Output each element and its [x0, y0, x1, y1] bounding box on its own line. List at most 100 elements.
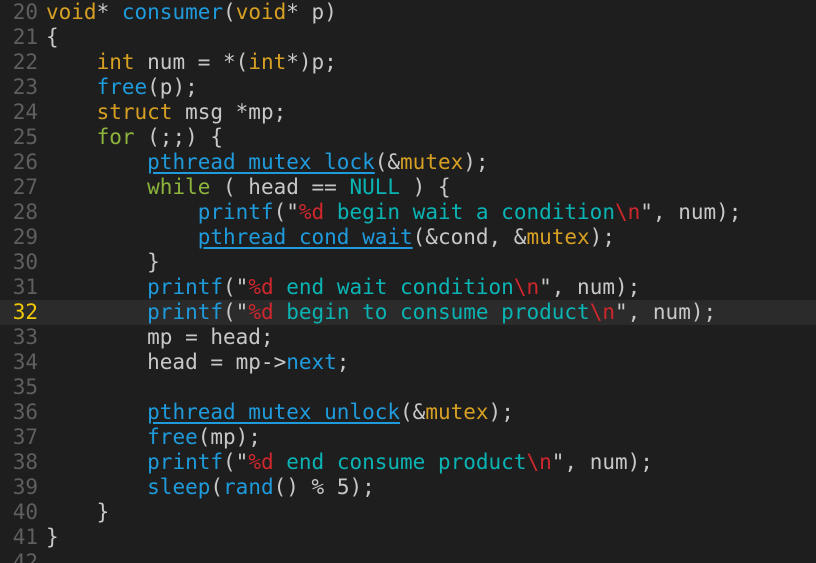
line-number: 28	[12, 200, 38, 224]
code-token: %d	[298, 200, 325, 224]
code-line[interactable]: 42	[0, 550, 816, 563]
line-number: 36	[12, 400, 38, 424]
code-text: printf("%d end wait condition\n", num);	[46, 275, 640, 300]
code-token: (;;) {	[134, 125, 224, 149]
code-token: struct	[96, 100, 173, 124]
code-text: printf("%d begin wait a condition\n", nu…	[46, 200, 742, 225]
code-token: %d	[248, 450, 274, 474]
code-line[interactable]: 22 int num = *(int*)p;	[0, 50, 816, 75]
line-number: 41	[12, 525, 38, 549]
code-line[interactable]: 27 while ( head == NULL ) {	[0, 175, 816, 200]
code-text: head = mp->next;	[46, 350, 349, 375]
line-number: 31	[12, 275, 38, 299]
code-token: }	[46, 525, 59, 549]
code-token: begin to consume product	[273, 300, 590, 324]
code-token: free	[96, 75, 148, 99]
code-line[interactable]: 25 for (;;) {	[0, 125, 816, 150]
code-line[interactable]: 41}	[0, 525, 816, 550]
code-token: begin wait a condition	[324, 200, 615, 224]
code-line[interactable]: 29 pthread_cond_wait(&cond, &mutex);	[0, 225, 816, 250]
code-token: ", num);	[539, 275, 641, 299]
code-line[interactable]: 35	[0, 375, 816, 400]
code-line[interactable]: 31 printf("%d end wait condition\n", num…	[0, 275, 816, 300]
code-token: for	[96, 125, 135, 149]
code-token: %d	[248, 300, 274, 324]
code-token: NULL	[349, 175, 401, 199]
line-number: 29	[12, 225, 38, 249]
code-line[interactable]: 20 void* consumer(void* p)	[0, 0, 816, 25]
code-token: pthread_mutex_unlock	[147, 400, 401, 424]
code-text: struct msg *mp;	[46, 100, 287, 125]
code-text: printf("%d end consume product\n", num);	[46, 450, 653, 475]
code-line[interactable]: 39 sleep(rand() % 5);	[0, 475, 816, 500]
line-number: 40	[12, 500, 38, 524]
code-line[interactable]: 26 pthread_mutex_lock(&mutex);	[0, 150, 816, 175]
code-token: consumer	[121, 0, 224, 24]
code-token: %d	[248, 275, 274, 299]
code-line[interactable]: 36 pthread_mutex_unlock(&mutex);	[0, 400, 816, 425]
code-token: (&	[374, 150, 401, 174]
code-editor[interactable]: 20 void* consumer(void* p) 21 {22 int num =…	[0, 0, 816, 563]
code-token: *)p;	[286, 50, 337, 74]
line-number: 39	[12, 475, 38, 499]
code-token: \n	[589, 300, 615, 324]
code-line[interactable]: 21 {	[0, 25, 816, 50]
line-number: 38	[12, 450, 38, 474]
code-token: next	[286, 350, 337, 374]
code-text: pthread_mutex_unlock(&mutex);	[46, 400, 514, 425]
code-token: mutex	[425, 400, 489, 424]
code-token: mp = head;	[46, 325, 274, 349]
code-line[interactable]: 30 }	[0, 250, 816, 275]
code-text: void* consumer(void* p)	[46, 0, 337, 25]
line-number: 37	[12, 425, 38, 449]
code-text: for (;;) {	[46, 125, 223, 150]
code-line[interactable]: 32 printf("%d begin to consume product\n…	[0, 300, 816, 325]
code-token: num = *(	[134, 50, 249, 74]
code-line[interactable]: 33 mp = head;	[0, 325, 816, 350]
code-token: sleep	[147, 475, 211, 499]
line-number: 33	[12, 325, 38, 349]
code-token: {	[46, 25, 59, 49]
code-token: *	[96, 0, 122, 24]
line-number: 21	[12, 25, 38, 49]
code-line[interactable]: 34 head = mp->next;	[0, 350, 816, 375]
code-line[interactable]: 23 free(p);	[0, 75, 816, 100]
code-text: }	[46, 525, 59, 550]
code-token: ("	[223, 450, 249, 474]
line-number: 24	[12, 100, 38, 124]
code-text: free(mp);	[46, 425, 261, 450]
code-token: }	[46, 500, 110, 524]
code-token: while	[147, 175, 211, 199]
code-text: int num = *(int*)p;	[46, 50, 337, 75]
code-line[interactable]: 28 printf("%d begin wait a condition\n",…	[0, 200, 816, 225]
code-line[interactable]: 37 free(mp);	[0, 425, 816, 450]
code-token: end wait condition	[273, 275, 514, 299]
code-token: ("	[223, 300, 249, 324]
line-number: 34	[12, 350, 38, 374]
code-token: (mp);	[197, 425, 261, 449]
code-token: ", num);	[551, 450, 653, 474]
code-token: );	[463, 150, 489, 174]
line-number: 32	[12, 300, 38, 324]
code-token: void	[46, 0, 97, 24]
code-text: pthread_mutex_lock(&mutex);	[46, 150, 489, 175]
code-token: (p);	[147, 75, 198, 99]
code-token: ("	[223, 275, 249, 299]
code-token: ", num);	[640, 200, 742, 224]
code-token: void	[235, 0, 287, 24]
code-token: int	[248, 50, 287, 74]
code-text: {	[46, 25, 59, 50]
line-number: 20	[12, 0, 38, 24]
code-line[interactable]: 24 struct msg *mp;	[0, 100, 816, 125]
code-token: printf	[147, 300, 224, 324]
code-line[interactable]: 38 printf("%d end consume product\n", nu…	[0, 450, 816, 475]
code-token: * p)	[286, 0, 337, 24]
code-line[interactable]: 40 }	[0, 500, 816, 525]
line-number: 27	[12, 175, 38, 199]
